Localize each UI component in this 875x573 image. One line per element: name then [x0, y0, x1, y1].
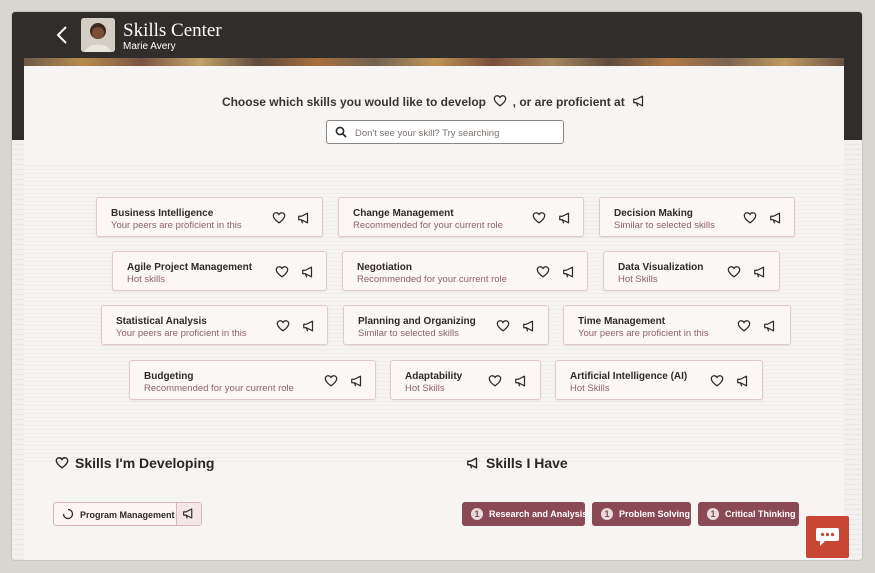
- skill-card[interactable]: Adaptability Hot Skills: [390, 360, 541, 400]
- skill-reason: Hot Skills: [405, 383, 445, 394]
- chip-label: Program Management: [80, 510, 175, 520]
- skill-card[interactable]: Time Management Your peers are proficien…: [563, 305, 791, 345]
- chevron-left-icon: [56, 26, 67, 44]
- megaphone-icon[interactable]: [558, 211, 572, 225]
- skill-card[interactable]: Planning and Organizing Similar to selec…: [343, 305, 549, 345]
- heart-icon[interactable]: [727, 265, 741, 279]
- search-icon: [335, 126, 347, 138]
- page-title: Skills Center: [123, 20, 222, 41]
- skill-reason: Your peers are proficient in this: [111, 220, 242, 231]
- avatar: [81, 18, 115, 52]
- skill-name: Change Management: [353, 208, 454, 219]
- heart-icon[interactable]: [488, 374, 502, 388]
- megaphone-icon[interactable]: [736, 374, 750, 388]
- have-heading: Skills I Have: [466, 455, 568, 471]
- skill-search[interactable]: [326, 120, 564, 144]
- back-button[interactable]: [52, 24, 74, 46]
- heart-icon: [55, 457, 69, 469]
- skill-name: Decision Making: [614, 208, 693, 219]
- prompt-text-b: , or are proficient at: [512, 95, 625, 109]
- megaphone-icon[interactable]: [514, 374, 528, 388]
- skill-name: Adaptability: [405, 371, 463, 382]
- chat-icon: [816, 528, 839, 546]
- skill-card[interactable]: Budgeting Recommended for your current r…: [129, 360, 376, 400]
- skill-reason: Hot skills: [127, 274, 166, 285]
- skill-name: Artificial Intelligence (AI): [570, 371, 688, 382]
- skill-name: Budgeting: [144, 371, 194, 382]
- developing-heading-text: Skills I'm Developing: [75, 455, 215, 471]
- skill-card[interactable]: Change Management Recommended for your c…: [338, 197, 584, 237]
- skill-reason: Recommended for your current role: [144, 383, 294, 394]
- skill-name: Negotiation: [357, 262, 412, 273]
- megaphone-icon[interactable]: [562, 265, 576, 279]
- megaphone-icon[interactable]: [763, 319, 777, 333]
- have-heading-text: Skills I Have: [486, 455, 568, 471]
- skill-reason: Hot Skills: [618, 274, 658, 285]
- skills-panel: Choose which skills you would like to de…: [24, 66, 844, 560]
- developing-heading: Skills I'm Developing: [55, 455, 214, 471]
- heart-icon[interactable]: [737, 319, 751, 333]
- skill-card[interactable]: Decision Making Similar to selected skil…: [599, 197, 795, 237]
- skill-card[interactable]: Statistical Analysis Your peers are prof…: [101, 305, 328, 345]
- megaphone-icon: [183, 508, 193, 519]
- developing-skill-chip[interactable]: Program Management: [53, 502, 202, 526]
- mark-proficient-button[interactable]: [176, 503, 201, 525]
- skill-reason: Similar to selected skills: [614, 220, 715, 231]
- level-badge: 1: [707, 508, 719, 520]
- app-window: Skills Center Marie Avery Choose which s…: [12, 12, 862, 560]
- heart-icon[interactable]: [272, 211, 286, 225]
- skill-name: Time Management: [578, 316, 666, 327]
- megaphone-icon[interactable]: [301, 265, 315, 279]
- prompt-text: Choose which skills you would like to de…: [24, 94, 844, 109]
- skill-reason: Your peers are proficient in this: [116, 328, 247, 339]
- skill-name: Business Intelligence: [111, 208, 214, 219]
- skill-name: Statistical Analysis: [116, 316, 207, 327]
- megaphone-icon[interactable]: [753, 265, 767, 279]
- megaphone-icon: [633, 95, 644, 107]
- heart-icon[interactable]: [275, 265, 289, 279]
- search-input[interactable]: [353, 124, 557, 142]
- skill-card[interactable]: Business Intelligence Your peers are pro…: [96, 197, 323, 237]
- chip-label: Problem Solving: [619, 509, 691, 519]
- have-skill-chip[interactable]: 1 Problem Solving: [592, 502, 691, 526]
- megaphone-icon[interactable]: [297, 211, 311, 225]
- skill-reason: Recommended for your current role: [357, 274, 507, 285]
- megaphone-icon[interactable]: [350, 374, 364, 388]
- have-skill-chip[interactable]: 1 Research and Analysis: [462, 502, 588, 526]
- heart-icon[interactable]: [536, 265, 550, 279]
- skill-card[interactable]: Negotiation Recommended for your current…: [342, 251, 588, 291]
- progress-icon: [62, 508, 74, 520]
- level-badge: 1: [471, 508, 483, 520]
- prompt-text-a: Choose which skills you would like to de…: [221, 95, 486, 109]
- skill-name: Planning and Organizing: [358, 316, 476, 327]
- megaphone-icon[interactable]: [302, 319, 316, 333]
- have-skill-chip[interactable]: 1 Critical Thinking: [698, 502, 799, 526]
- skill-reason: Hot Skills: [570, 383, 610, 394]
- decorative-banner: [24, 58, 844, 66]
- user-name: Marie Avery: [123, 41, 176, 52]
- skill-reason: Similar to selected skills: [358, 328, 459, 339]
- skill-card[interactable]: Data Visualization Hot Skills: [603, 251, 780, 291]
- skill-name: Data Visualization: [618, 262, 704, 273]
- chip-label: Research and Analysis: [489, 509, 588, 519]
- megaphone-icon: [467, 457, 478, 469]
- heart-icon[interactable]: [276, 319, 290, 333]
- heart-icon[interactable]: [743, 211, 757, 225]
- skill-card[interactable]: Artificial Intelligence (AI) Hot Skills: [555, 360, 763, 400]
- chat-button[interactable]: [806, 516, 849, 558]
- chip-label: Critical Thinking: [725, 509, 796, 519]
- megaphone-icon[interactable]: [522, 319, 536, 333]
- heart-icon[interactable]: [496, 319, 510, 333]
- heart-icon[interactable]: [710, 374, 724, 388]
- heart-icon[interactable]: [324, 374, 338, 388]
- skill-card[interactable]: Agile Project Management Hot skills: [112, 251, 327, 291]
- skill-reason: Recommended for your current role: [353, 220, 503, 231]
- heart-icon: [494, 95, 507, 107]
- skill-name: Agile Project Management: [127, 262, 253, 273]
- heart-icon[interactable]: [532, 211, 546, 225]
- skill-reason: Your peers are proficient in this: [578, 328, 709, 339]
- megaphone-icon[interactable]: [769, 211, 783, 225]
- level-badge: 1: [601, 508, 613, 520]
